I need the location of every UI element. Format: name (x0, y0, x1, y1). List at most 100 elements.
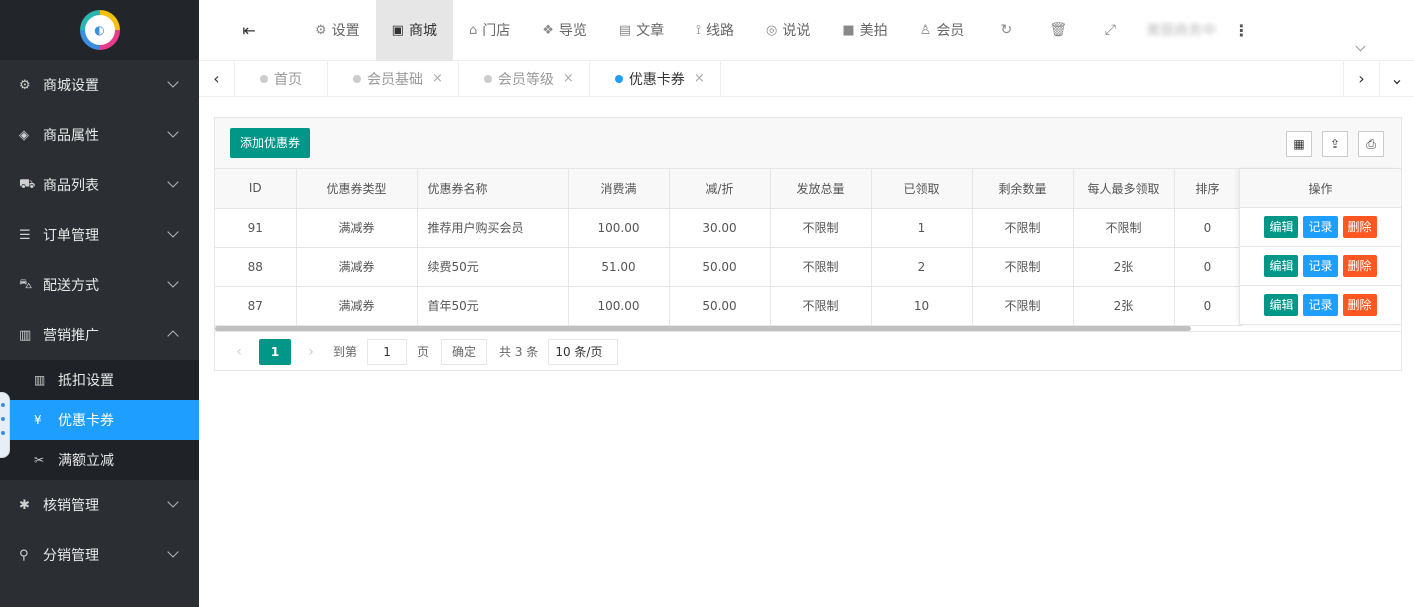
cart-icon: ⛟ (19, 176, 36, 192)
add-coupon-button[interactable]: 添加优惠券 (230, 128, 311, 158)
edit-button[interactable]: 编辑 (1264, 255, 1299, 277)
sidebar-item-6[interactable]: ✱ 核销管理 (0, 480, 199, 530)
sidebar-item-7[interactable]: ⚲ 分销管理 (0, 530, 199, 580)
goto-confirm-button[interactable]: 确定 (441, 338, 488, 365)
table-cell: 不限制 (972, 247, 1074, 287)
user-menu[interactable]: 美丽商务中 (1136, 0, 1226, 61)
indent-icon: ⇤ (242, 20, 256, 40)
column-header: 排序 (1174, 169, 1242, 209)
goto-page-input[interactable]: 1 (367, 338, 408, 365)
record-button[interactable]: 记录 (1303, 216, 1338, 238)
submenu-item-label: 满额立减 (58, 453, 114, 469)
sidebar-toggle-button[interactable]: ⇤ (199, 0, 299, 61)
gears-icon: ⚙ (19, 77, 31, 93)
ops-row: 编辑 记录 删除 (1239, 208, 1401, 247)
close-icon[interactable]: × (563, 71, 574, 86)
logo[interactable]: ◐ (79, 10, 120, 50)
nav-item-3[interactable]: ❖ 导览 (526, 0, 603, 61)
video-icon: ■ (842, 22, 855, 38)
table-cell: 满减券 (296, 247, 418, 287)
table-cell: 不限制 (770, 286, 872, 326)
chevron-down-icon (167, 76, 179, 88)
ops-row: 编辑 记录 删除 (1239, 286, 1401, 325)
export-button[interactable]: ⇪ (1322, 131, 1348, 157)
tabs-menu-button[interactable]: ⌄ (1379, 61, 1414, 96)
table-row: 91 满减券 推荐用户购买会员 100.00 30.00 不限制 1 不限制 不限制 0 (215, 208, 1242, 248)
operations-column: 操作 编辑 记录 删除 编辑 记录 删除 编辑 记录 删除 (1239, 169, 1401, 325)
submenu-item-0[interactable]: ▥ 抵扣设置 (0, 360, 199, 400)
sitemap-icon: ⚲ (19, 547, 29, 563)
record-button[interactable]: 记录 (1303, 255, 1338, 277)
tab-1[interactable]: 会员基础 × (328, 61, 459, 96)
chart-icon: ▥ (34, 373, 46, 387)
fullscreen-button[interactable]: ⤢ (1084, 0, 1136, 61)
refresh-button[interactable]: ↻ (980, 0, 1032, 61)
sidebar-item-4[interactable]: ⛍ 配送方式 (0, 260, 199, 310)
car-icon: ⛍ (19, 276, 33, 292)
table-cell: 不限制 (770, 208, 872, 248)
record-button[interactable]: 记录 (1303, 294, 1338, 316)
nav-item-0[interactable]: ⚙ 设置 (299, 0, 376, 61)
nav-item-1[interactable]: ▣ 商城 (375, 0, 453, 61)
sidebar-item-3[interactable]: ☰ 订单管理 (0, 210, 199, 260)
close-icon[interactable]: × (432, 71, 443, 86)
delete-button[interactable]: 删除 (1342, 216, 1377, 238)
nav-item-label: 美拍 (859, 23, 888, 39)
edit-button[interactable]: 编辑 (1264, 294, 1299, 316)
pagination: ‹ 1 › 到第 1 页 确定 共 3 条 10 条/页 (215, 331, 1401, 371)
nav-item-7[interactable]: ■ 美拍 (826, 0, 903, 61)
submenu-item-1[interactable]: ¥ 优惠卡券 (0, 400, 199, 440)
ops-header: 操作 (1239, 169, 1401, 208)
coupon-table-panel: 添加优惠券 ▦ ⇪ ⎙ ID 优惠券类型 优惠券名称 消费满 减/折 发放总量 已领取 剩余数… (214, 117, 1402, 371)
sidebar-item-5[interactable]: ▥ 营销推广 (0, 310, 199, 360)
nav-item-4[interactable]: ▤ 文章 (603, 0, 680, 61)
refresh-icon: ↻ (1000, 22, 1013, 38)
total-count: 共 3 条 (499, 345, 539, 359)
table-cell: 2 (871, 247, 973, 287)
tabs-scroll-left-button[interactable]: ‹ (199, 61, 235, 96)
sidebar-item-2[interactable]: ⛟ 商品列表 (0, 160, 199, 210)
ops-row: 编辑 记录 删除 (1239, 247, 1401, 286)
delete-button[interactable]: 删除 (1342, 255, 1377, 277)
next-page-button[interactable]: › (301, 344, 321, 360)
nav-item-6[interactable]: ◎ 说说 (750, 0, 826, 61)
top-nav: ⇤ ⚙ 设置 ▣ 商城 ⌂ 门店 ❖ 导览 ▤ 文章 ⟟ 线路 ◎ 说说 ■ 美拍 ♙ 会员 ↻ 🗑 ⤢ 美丽商务… (199, 0, 1414, 61)
tab-0[interactable]: 首页 (235, 61, 328, 96)
main-content: 添加优惠券 ▦ ⇪ ⎙ ID 优惠券类型 优惠券名称 消费满 减/折 发放总量 已领取 剩余数… (199, 97, 1414, 607)
chevron-left-icon: ‹ (213, 69, 220, 88)
sidebar-item-label: 配送方式 (43, 278, 99, 294)
prev-page-button[interactable]: ‹ (229, 344, 249, 360)
sidebar-item-1[interactable]: ◈ 商品属性 (0, 110, 199, 160)
sidebar-item-0[interactable]: ⚙ 商城设置 (0, 60, 199, 110)
table-cell: 满减券 (296, 286, 418, 326)
more-button[interactable]: ⋮ (1226, 0, 1256, 61)
print-button[interactable]: ⎙ (1358, 131, 1384, 157)
tabs-scroll-right-button[interactable]: › (1343, 61, 1379, 96)
table-cell: 30.00 (669, 208, 771, 248)
sidebar-item-label: 商品列表 (43, 178, 99, 194)
tab-2[interactable]: 会员等级 × (459, 61, 590, 96)
delete-button[interactable]: 删除 (1342, 294, 1377, 316)
cubes-icon: ❖ (542, 22, 554, 38)
current-page[interactable]: 1 (259, 338, 291, 365)
clear-cache-button[interactable]: 🗑 (1032, 0, 1084, 61)
tab-dot-icon (483, 74, 492, 83)
nav-item-5[interactable]: ⟟ 线路 (680, 0, 750, 61)
columns-filter-button[interactable]: ▦ (1286, 131, 1312, 157)
close-icon[interactable]: × (694, 71, 705, 86)
nav-item-8[interactable]: ♙ 会员 (904, 0, 981, 61)
edit-button[interactable]: 编辑 (1264, 216, 1299, 238)
tab-dot-icon (353, 74, 361, 83)
tab-3[interactable]: 优惠卡券 × (590, 61, 721, 96)
logo-icon: ◐ (84, 15, 115, 45)
table-cell: 不限制 (1073, 208, 1175, 248)
chevron-down-icon: ⌄ (1390, 69, 1404, 88)
print-icon: ⎙ (1366, 136, 1376, 151)
table-cell: 100.00 (568, 208, 670, 248)
side-drag-handle[interactable] (0, 392, 10, 458)
chevron-right-icon: › (1358, 69, 1365, 88)
submenu-item-2[interactable]: ✂ 满额立减 (0, 440, 199, 480)
page-size-select[interactable]: 10 条/页 (548, 338, 619, 365)
nav-item-2[interactable]: ⌂ 门店 (453, 0, 526, 61)
table-cell: 0 (1174, 208, 1242, 248)
